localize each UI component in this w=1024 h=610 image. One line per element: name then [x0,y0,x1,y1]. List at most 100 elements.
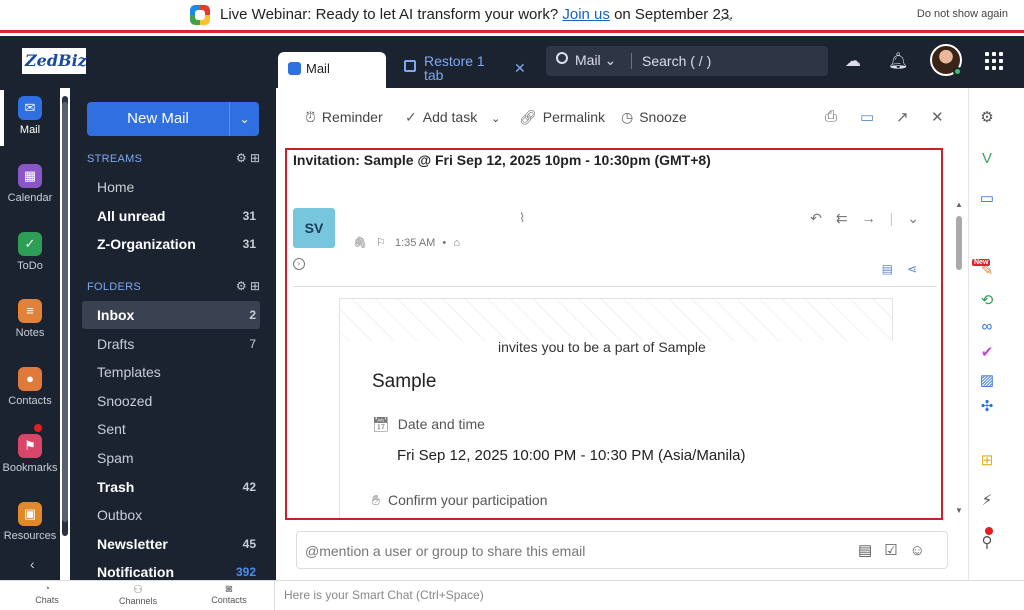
emoji-icon[interactable]: ☺ [910,542,937,559]
stream-home[interactable]: Home [82,173,260,201]
analytics-icon[interactable]: ▨ [978,372,996,390]
reply-all-icon[interactable]: ⇇ [836,210,862,226]
email-meta: 🖇︎ ⚐ 1:35 AM • ⌂ [353,237,460,249]
tab-mail[interactable]: Mail [278,52,386,88]
task-check-icon[interactable]: ☑ [884,542,909,559]
rail-item-todo[interactable]: ✓ ToDo [0,232,60,272]
add-stream-icon[interactable]: ⊞ [250,151,260,165]
mention-actions[interactable]: ▤☑☺ [858,541,937,559]
add-task-dropdown-icon[interactable]: ⌄ [491,113,500,125]
search-input[interactable]: Search ( / ) [631,53,711,69]
filter-settings-icon[interactable]: ⚙ [236,151,247,165]
rail-scrollbar[interactable] [62,96,68,536]
reader-view-icon[interactable]: ▤ [882,262,907,276]
mention-share-input[interactable]: @mention a user or group to share this e… [296,531,948,569]
folder-inbox[interactable]: Inbox 2 [82,301,260,329]
bookmark-icon: ⚑ [18,434,42,458]
folder-outbox[interactable]: Outbox [82,501,260,529]
forward-icon[interactable]: → [862,210,890,226]
folder-settings-icon[interactable]: ⚙ [236,279,247,293]
scroll-thumb[interactable] [956,216,962,270]
folders-actions[interactable]: ⚙ ⊞ [236,279,260,293]
sender-avatar[interactable]: SV [293,208,335,248]
permalink-button[interactable]: 🔗︎ Permalink [519,109,605,126]
bookmark-notification-dot [34,424,42,432]
scroll-up-icon[interactable]: ▲ [955,200,963,209]
email-scrollbar[interactable]: ▲ ▼ [954,200,964,518]
more-actions-icon[interactable]: ⌄ [907,210,933,226]
do-not-show-again-link[interactable]: Do not show again [917,8,1008,20]
folder-spam[interactable]: Spam [82,444,260,472]
search-scope-select[interactable]: Mail ⌄ [575,52,616,69]
cloud-sync-icon[interactable]: ☁ [845,51,861,71]
folder-sent[interactable]: Sent [82,415,260,443]
links-icon[interactable]: ∞ [978,318,996,336]
online-status-dot [953,67,962,76]
search-icon [556,52,568,64]
integration-icon[interactable]: ⟲ [978,292,996,310]
flash-icon[interactable]: ⚡︎ [978,492,996,510]
date-time-value: Fri Sep 12, 2025 10:00 PM - 10:30 PM (As… [397,447,746,464]
notification-bell-icon[interactable]: 🔔︎ [888,51,908,71]
tasks-check-icon[interactable]: ✔ [978,344,996,362]
contacts-button[interactable]: ◙ Contacts [199,583,259,605]
snooze-button[interactable]: ◷ Snooze [621,109,687,126]
rail-item-mail[interactable]: ✉ Mail [0,96,60,136]
status-divider [274,581,275,610]
folder-notification[interactable]: Notification 392 [82,558,260,580]
reply-icon[interactable]: ↶ [810,210,836,226]
folder-snoozed[interactable]: Snoozed [82,387,260,415]
rail-item-calendar[interactable]: ▦ Calendar [0,164,60,204]
folder-newsletter[interactable]: Newsletter 45 [82,530,260,558]
notes-list-icon[interactable]: ▤ [858,542,884,559]
rail-item-bookmarks[interactable]: ⚑ Bookmarks [0,434,60,474]
expand-details-icon[interactable]: › [293,258,305,270]
attachment-icon[interactable]: 🖇︎ [353,237,367,249]
vault-icon[interactable]: V [978,150,996,168]
smart-chat-input[interactable]: Here is your Smart Chat (Ctrl+Space) [284,588,484,602]
rail-item-resources[interactable]: ▣ Resources [0,502,60,542]
stream-all-unread[interactable]: All unread 31 [82,202,260,230]
wallet-icon[interactable]: ▭ [978,190,996,208]
join-us-link[interactable]: Join us [562,6,610,23]
app-launcher-icon[interactable] [985,52,1003,70]
rail-item-notes[interactable]: ≡ Notes [0,299,60,339]
new-mail-button[interactable]: New Mail ⌄ [87,102,259,136]
folder-templates[interactable]: Templates [82,358,260,386]
email-share-actions[interactable]: ▤⋖ [882,262,931,276]
reminder-button[interactable]: ⏰︎ Reminder [305,109,383,126]
share-icon[interactable]: ⋖ [907,262,931,276]
mail-tab-icon [288,62,301,75]
streams-actions[interactable]: ⚙ ⊞ [236,151,260,165]
pop-out-icon[interactable]: ↗ [896,108,909,126]
folder-drafts[interactable]: Drafts 7 [82,330,260,358]
settings-gear-icon[interactable]: ⚙ [978,109,996,127]
channels-button[interactable]: ⚇ Channels [108,583,168,606]
tab-restore[interactable]: Restore 1 tab ✕ [404,54,534,84]
add-folder-icon[interactable]: ⊞ [250,279,260,293]
reply-actions[interactable]: ↶⇇→|⌄ [810,210,933,227]
folders-heading: FOLDERS [87,281,142,293]
search-bar[interactable]: Mail ⌄ Search ( / ) [546,46,828,76]
collapse-rail-icon[interactable]: ‹ [30,556,35,572]
folder-trash[interactable]: Trash 42 [82,473,260,501]
banner-collapse-icon[interactable]: ︿ [720,7,732,24]
close-restore-tab-icon[interactable]: ✕ [514,60,526,77]
chats-button[interactable]: ◔ Chats [17,583,77,605]
extensions-icon[interactable]: ✣ [978,398,996,416]
stream-z-organization[interactable]: Z-Organization 31 [82,230,260,258]
scroll-down-icon[interactable]: ▼ [955,506,963,515]
flag-icon[interactable]: ⚐ [376,237,386,249]
print-icon[interactable]: ⎙ [825,108,837,125]
pin-icon[interactable]: ⚲ [978,534,996,552]
new-mail-dropdown-icon[interactable]: ⌄ [229,102,259,136]
add-note-icon[interactable]: ⊞ [978,452,996,470]
comment-icon[interactable]: ▭ [860,108,874,126]
close-email-icon[interactable]: ✕ [931,108,944,126]
tag-icon[interactable]: ⌂ [453,237,460,249]
webinar-banner: Live Webinar: Ready to let AI transform … [0,0,1024,33]
email-subject: Invitation: Sample @ Fri Sep 12, 2025 10… [293,152,711,168]
webinar-logo-icon [190,5,210,25]
add-task-button[interactable]: ✓ Add task ⌄ [405,109,500,126]
rail-item-contacts[interactable]: ● Contacts [0,367,60,407]
